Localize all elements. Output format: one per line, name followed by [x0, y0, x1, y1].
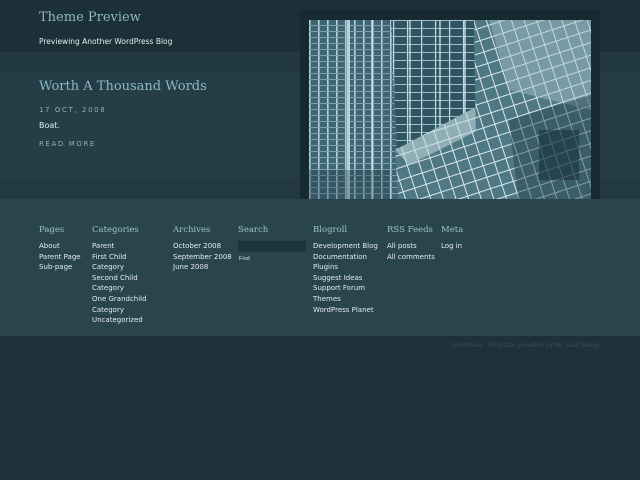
list-item[interactable]: First Child	[92, 252, 147, 263]
list-item[interactable]: Documentation	[313, 252, 378, 263]
list-item[interactable]: Development Blog	[313, 241, 378, 252]
archives-list: October 2008 September 2008 June 2008	[173, 241, 232, 273]
widget-title-archives: Archives	[173, 225, 211, 235]
featured-image[interactable]	[309, 20, 591, 207]
list-item[interactable]: Parent	[92, 241, 147, 252]
list-item[interactable]: Log in	[441, 241, 462, 252]
list-item[interactable]: One Grandchild	[92, 294, 147, 305]
widget-title-rss-feeds: RSS Feeds	[387, 225, 433, 235]
list-item[interactable]: Plugins	[313, 262, 378, 273]
blogroll-list: Development Blog Documentation Plugins S…	[313, 241, 378, 315]
categories-list: Parent First Child Category Second Child…	[92, 241, 147, 326]
list-item[interactable]: Category	[92, 262, 147, 273]
list-item[interactable]: October 2008	[173, 241, 232, 252]
footer-credits: WordPress · Template provided by Mr. Goa…	[451, 342, 602, 349]
list-item[interactable]: September 2008	[173, 252, 232, 263]
widget-title-search: Search	[238, 225, 269, 235]
widget-title-categories: Categories	[92, 225, 139, 235]
list-item[interactable]: All comments	[387, 252, 435, 263]
list-item[interactable]: June 2008	[173, 262, 232, 273]
widget-title-meta: Meta	[441, 225, 464, 235]
rss-list: All posts All comments	[387, 241, 435, 262]
glass-building-photo	[309, 20, 591, 207]
list-item[interactable]: About	[39, 241, 81, 252]
search-input[interactable]	[238, 241, 306, 252]
list-item[interactable]: Uncategorized	[92, 315, 147, 326]
list-item[interactable]: Support Forum	[313, 283, 378, 294]
meta-list: Log in	[441, 241, 462, 252]
list-item[interactable]: All posts	[387, 241, 435, 252]
list-item[interactable]: Parent Page	[39, 252, 81, 263]
list-item[interactable]: Category	[92, 283, 147, 294]
post-date: 17 OCT, 2008	[39, 106, 107, 114]
list-item[interactable]: Category	[92, 305, 147, 316]
read-more-link[interactable]: READ MORE	[39, 140, 96, 148]
list-item[interactable]: Sub-page	[39, 262, 81, 273]
site-title[interactable]: Theme Preview	[39, 10, 141, 25]
widget-title-pages: Pages	[39, 225, 65, 235]
featured-image-frame	[300, 10, 600, 217]
list-item[interactable]: Second Child	[92, 273, 147, 284]
site-description: Previewing Another WordPress Blog	[39, 37, 173, 46]
post-excerpt: Boat.	[39, 121, 60, 130]
post-title[interactable]: Worth A Thousand Words	[39, 79, 207, 94]
find-button[interactable]: Find	[239, 256, 250, 262]
list-item[interactable]: Suggest Ideas	[313, 273, 378, 284]
widget-title-blogroll: Blogroll	[313, 225, 348, 235]
list-item[interactable]: WordPress Planet	[313, 305, 378, 316]
pages-list: About Parent Page Sub-page	[39, 241, 81, 273]
list-item[interactable]: Themes	[313, 294, 378, 305]
page-bottom	[0, 336, 640, 480]
